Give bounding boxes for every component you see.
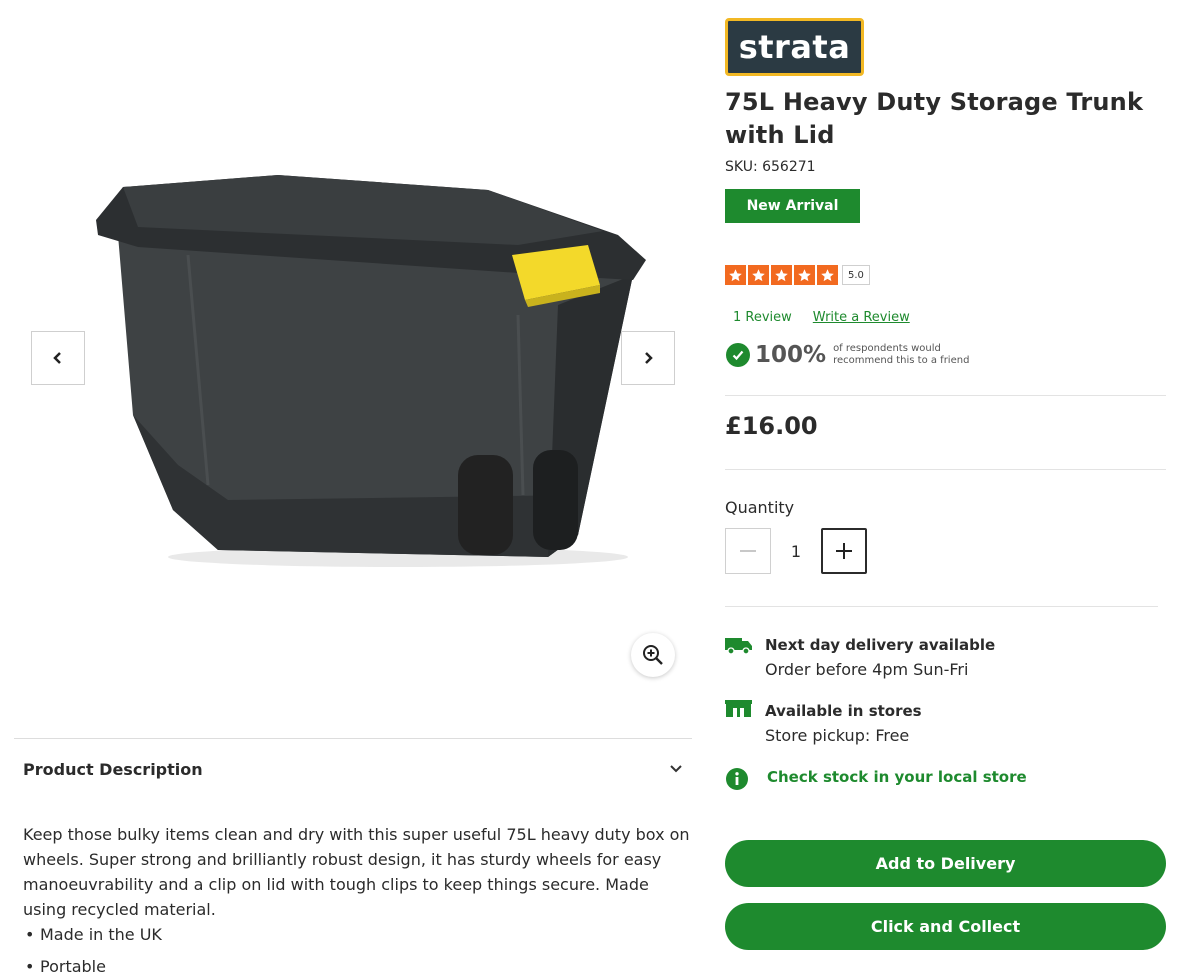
delivery-truck-icon [725, 638, 752, 655]
bullet-item: Portable [23, 954, 691, 976]
chevron-left-icon [53, 352, 61, 364]
review-count-link[interactable]: 1 Review [733, 310, 792, 325]
delivery-subtitle: Order before 4pm Sun-Fri [765, 660, 969, 679]
minus-icon [740, 550, 756, 552]
description-bullets: Made in the UK Portable [23, 922, 691, 976]
check-circle-icon [726, 343, 750, 367]
quantity-decrease-button[interactable] [725, 528, 771, 574]
zoom-in-icon [643, 645, 663, 665]
description-divider [14, 738, 692, 739]
store-icon [725, 700, 752, 717]
write-review-link[interactable]: Write a Review [813, 310, 910, 325]
quantity-increase-button[interactable] [821, 528, 867, 574]
star-icon [725, 265, 746, 285]
quantity-input[interactable] [773, 528, 819, 574]
stores-title: Available in stores [765, 702, 922, 720]
new-arrival-badge: New Arrival [725, 189, 860, 223]
recommend-summary: 100% of respondents would recommend this… [726, 342, 969, 368]
gallery-prev-button[interactable] [31, 331, 85, 385]
divider [725, 469, 1166, 470]
recommend-text: of respondents would recommend this to a… [833, 343, 969, 367]
star-icon [794, 265, 815, 285]
chevron-down-icon [670, 765, 682, 773]
star-icon [748, 265, 769, 285]
product-description-toggle[interactable]: Product Description [23, 752, 683, 786]
star-rating[interactable]: 5.0 [725, 265, 870, 285]
plus-icon [836, 543, 852, 559]
product-title: 75L Heavy Duty Storage Trunk with Lid [725, 88, 1144, 149]
review-links: 1 Review Write a Review [733, 310, 910, 325]
product-price: £16.00 [725, 412, 818, 440]
check-stock-link[interactable]: Check stock in your local store [767, 768, 1027, 786]
description-text: Keep those bulky items clean and dry wit… [23, 825, 690, 919]
divider [725, 395, 1166, 396]
bullet-item: Made in the UK [23, 922, 691, 947]
divider [725, 606, 1158, 607]
brand-logo[interactable]: strata [725, 18, 864, 76]
product-gallery [14, 0, 692, 738]
delivery-title: Next day delivery available [765, 636, 996, 654]
product-description-heading: Product Description [23, 759, 203, 779]
product-sku: SKU: 656271 [725, 159, 816, 175]
product-description-body: Keep those bulky items clean and dry wit… [23, 822, 691, 976]
click-and-collect-button[interactable]: Click and Collect [725, 903, 1166, 950]
chevron-right-icon [645, 352, 653, 364]
gallery-next-button[interactable] [621, 331, 675, 385]
product-image [96, 175, 646, 567]
star-icon [817, 265, 838, 285]
recommend-line1: of respondents would [833, 343, 941, 354]
quantity-label: Quantity [725, 498, 795, 517]
add-to-delivery-button[interactable]: Add to Delivery [725, 840, 1166, 887]
recommend-line2: recommend this to a friend [833, 355, 970, 366]
stores-subtitle: Store pickup: Free [765, 726, 910, 745]
rating-score: 5.0 [842, 265, 870, 285]
info-icon [726, 768, 748, 790]
zoom-button[interactable] [631, 633, 675, 677]
recommend-percent: 100% [755, 342, 827, 368]
star-icon [771, 265, 792, 285]
